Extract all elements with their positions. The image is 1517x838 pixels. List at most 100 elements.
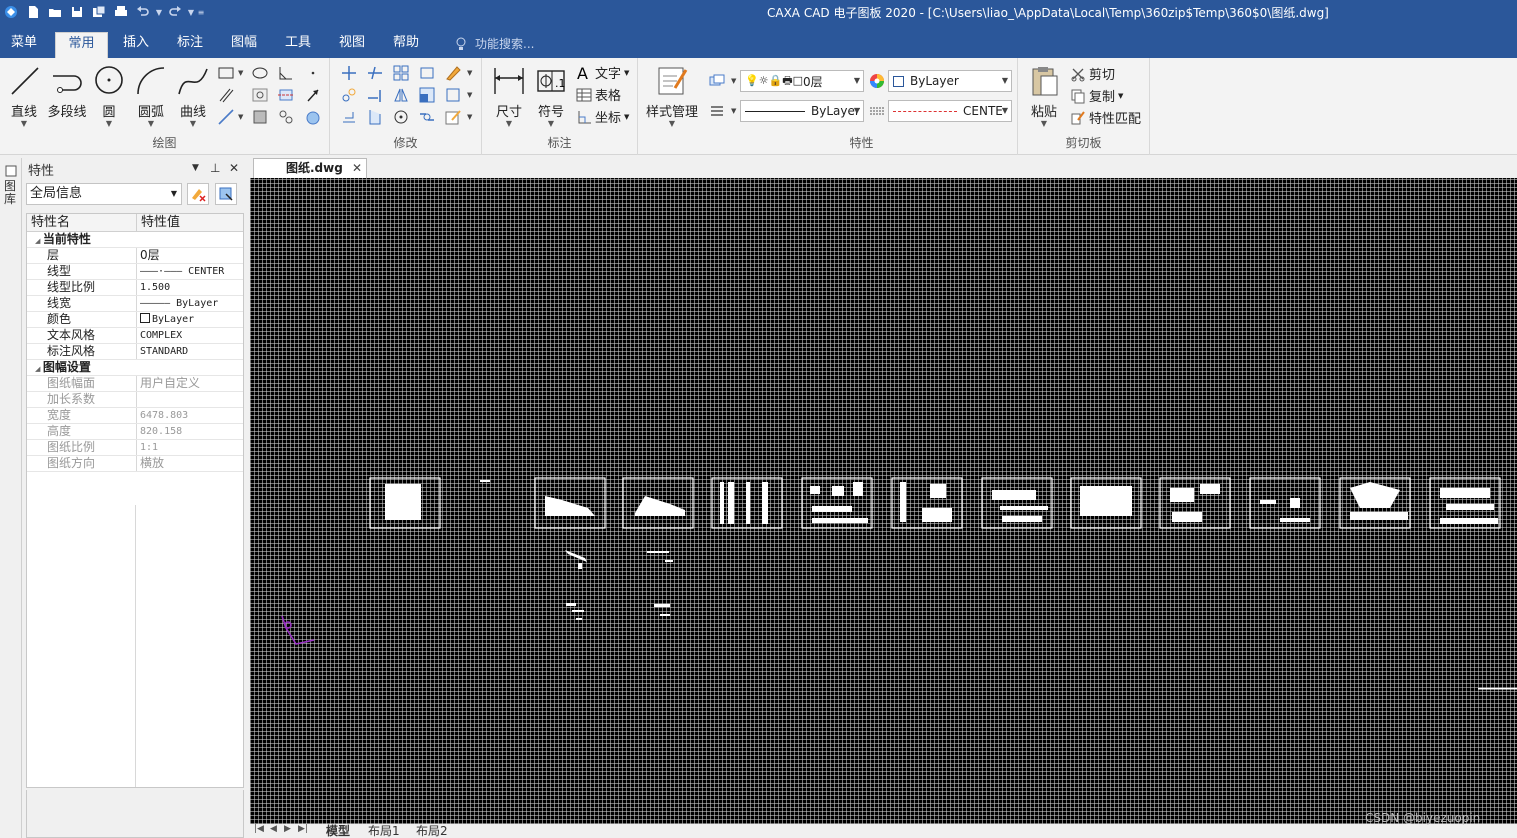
tab-dimension[interactable]: 标注: [168, 32, 212, 58]
last-layout-icon[interactable]: ▶|: [298, 824, 308, 834]
cut-button[interactable]: 剪切: [1070, 64, 1115, 83]
layout-tab-model[interactable]: 模型: [326, 822, 350, 838]
tangent-line-icon[interactable]: [217, 108, 235, 126]
offset-icon[interactable]: [340, 108, 358, 126]
chevron-down-icon[interactable]: ▼: [467, 91, 472, 99]
tab-help[interactable]: 帮助: [384, 32, 428, 58]
rotate-icon[interactable]: [392, 108, 410, 126]
edit-icon[interactable]: [444, 108, 462, 126]
chevron-down-icon[interactable]: ▼: [467, 113, 472, 121]
linetype-icon[interactable]: [868, 102, 886, 120]
dimension-button[interactable]: 尺寸 ▼: [492, 64, 526, 128]
linewidth-combo[interactable]: ByLayer ▼: [740, 100, 864, 122]
section-sheet[interactable]: 图幅设置: [27, 360, 243, 376]
extend-icon[interactable]: [366, 86, 384, 104]
hatch-icon[interactable]: [251, 86, 269, 104]
break-icon[interactable]: [418, 108, 436, 126]
close-icon[interactable]: ✕: [352, 159, 362, 177]
color-combo[interactable]: ByLayer ▼: [888, 70, 1012, 92]
first-layout-icon[interactable]: |◀: [254, 824, 264, 834]
open-icon[interactable]: [44, 2, 66, 22]
app-icon[interactable]: [0, 2, 22, 22]
quick-select-button[interactable]: [215, 183, 237, 205]
match-properties-button[interactable]: 特性匹配: [1070, 108, 1141, 127]
document-tab[interactable]: 图纸.dwg ✕: [253, 158, 367, 178]
property-row[interactable]: 文本风格 COMPLEX: [27, 328, 243, 344]
stretch-icon[interactable]: [418, 64, 436, 82]
point-icon[interactable]: [304, 64, 322, 82]
layout-tab-2[interactable]: 布局2: [416, 822, 448, 838]
style-manager-button[interactable]: 样式管理 ▼: [642, 64, 702, 128]
chevron-down-icon[interactable]: ▼: [238, 113, 243, 121]
centerline-icon[interactable]: [277, 86, 295, 104]
drawing-canvas[interactable]: [250, 178, 1517, 824]
print-icon[interactable]: [110, 2, 132, 22]
customize-icon[interactable]: ≡: [196, 2, 206, 22]
tab-sheet[interactable]: 图幅: [222, 32, 266, 58]
symbol-button[interactable]: .1 符号 ▼: [534, 64, 568, 128]
redo-icon[interactable]: [164, 2, 186, 22]
fill-icon[interactable]: [277, 108, 295, 126]
copy-object-icon[interactable]: [340, 86, 358, 104]
rectangle-icon[interactable]: [217, 64, 235, 82]
linetype-combo[interactable]: CENTE ▼: [888, 100, 1012, 122]
text-button[interactable]: A 文字 ▼: [576, 63, 629, 83]
trim-icon[interactable]: [366, 64, 384, 82]
layout-tab-1[interactable]: 布局1: [368, 822, 400, 838]
arrow-icon[interactable]: [304, 86, 322, 104]
property-row[interactable]: 标注风格 STANDARD: [27, 344, 243, 360]
library-tab-label[interactable]: 图库: [4, 180, 18, 206]
arc-button[interactable]: 圆弧 ▼: [134, 64, 168, 128]
chevron-down-icon[interactable]: ▼: [467, 69, 472, 77]
layer-manager-icon[interactable]: [708, 72, 726, 90]
save-as-icon[interactable]: [88, 2, 110, 22]
paste-button[interactable]: 粘贴 ▼: [1026, 64, 1062, 128]
next-layout-icon[interactable]: ▶: [284, 824, 291, 834]
cloud-icon[interactable]: [304, 108, 322, 126]
linewidth-icon[interactable]: [708, 102, 726, 120]
explode-icon[interactable]: [444, 86, 462, 104]
block-icon[interactable]: [251, 108, 269, 126]
property-row[interactable]: 线型 ———·——— CENTER: [27, 264, 243, 280]
table-button[interactable]: 表格: [576, 85, 621, 104]
new-icon[interactable]: [22, 2, 44, 22]
undo-dropdown-icon[interactable]: ▼: [154, 2, 164, 22]
tab-insert[interactable]: 插入: [114, 32, 158, 58]
array-icon[interactable]: [392, 64, 410, 82]
polyline-button[interactable]: 多段线: [46, 64, 88, 120]
color-wheel-icon[interactable]: [868, 72, 886, 90]
mirror-icon[interactable]: [392, 86, 410, 104]
undo-icon[interactable]: [132, 2, 154, 22]
ellipse-icon[interactable]: [251, 64, 269, 82]
function-search[interactable]: 功能搜索...: [455, 35, 534, 52]
tab-home[interactable]: 常用: [55, 32, 108, 58]
copy-button[interactable]: 复制 ▼: [1070, 86, 1123, 105]
tab-view[interactable]: 视图: [330, 32, 374, 58]
curve-button[interactable]: 曲线 ▼: [176, 64, 210, 128]
move-icon[interactable]: [340, 64, 358, 82]
section-current[interactable]: 当前特性: [27, 232, 243, 248]
circle-button[interactable]: 圆 ▼: [92, 64, 126, 128]
eraser-icon[interactable]: [444, 64, 462, 82]
chevron-down-icon[interactable]: ▼: [731, 107, 736, 115]
save-icon[interactable]: [66, 2, 88, 22]
tab-menu[interactable]: 菜单: [4, 32, 44, 58]
close-icon[interactable]: ✕: [229, 161, 239, 175]
line-button[interactable]: 直线 ▼: [8, 64, 40, 128]
layer-combo[interactable]: 💡☼🔒🖶□ 0层 ▼: [740, 70, 864, 92]
tab-tools[interactable]: 工具: [276, 32, 320, 58]
property-row[interactable]: 线型比例 1.500: [27, 280, 243, 296]
properties-selector[interactable]: 全局信息 ▼: [26, 183, 182, 205]
coordinate-button[interactable]: 坐标 ▼: [576, 107, 629, 126]
chevron-down-icon[interactable]: ▼: [238, 69, 243, 77]
panel-menu-icon[interactable]: ▼: [192, 163, 199, 173]
property-row[interactable]: 层 0层: [27, 248, 243, 264]
property-row[interactable]: 颜色 ByLayer: [27, 312, 243, 328]
parallel-line-icon[interactable]: [217, 86, 235, 104]
redo-dropdown-icon[interactable]: ▼: [186, 2, 196, 22]
pin-icon[interactable]: ⊥: [210, 161, 220, 175]
fillet-icon[interactable]: [366, 108, 384, 126]
prev-layout-icon[interactable]: ◀: [270, 824, 277, 834]
clear-selection-button[interactable]: [187, 183, 209, 205]
angle-line-icon[interactable]: [277, 64, 295, 82]
